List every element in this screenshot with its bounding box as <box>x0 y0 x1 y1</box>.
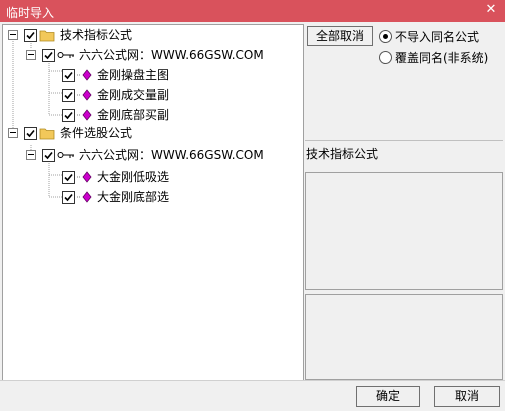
tree-group-label: 条件选股公式 <box>60 126 133 140</box>
checkmark-icon <box>44 151 53 160</box>
group-checkbox[interactable] <box>24 29 37 42</box>
info-panel <box>305 172 503 290</box>
checkmark-icon <box>26 129 35 138</box>
tree-item-label: 大金刚低吸选 <box>97 170 170 184</box>
cancel-button[interactable]: 取消 <box>434 386 500 407</box>
formula-gem-icon <box>77 89 92 101</box>
folder-icon <box>39 128 55 140</box>
collapse-toggle[interactable] <box>8 128 18 138</box>
item-checkbox[interactable] <box>62 191 75 204</box>
key-icon <box>57 152 74 158</box>
checkmark-icon <box>64 173 73 182</box>
ok-button[interactable]: 确定 <box>356 386 420 407</box>
deselect-all-button[interactable]: 全部取消 <box>307 26 373 46</box>
folder-icon <box>39 30 55 42</box>
options-area: 全部取消 不导入同名公式 覆盖同名(非系统) <box>305 24 503 140</box>
formula-gem-icon <box>77 69 92 81</box>
source-label: 六六公式网：WWW.66GSW.COM <box>79 48 264 62</box>
radio-overwrite[interactable] <box>379 51 392 64</box>
item-checkbox[interactable] <box>62 109 75 122</box>
collapse-toggle[interactable] <box>8 30 18 40</box>
checkmark-icon <box>64 91 73 100</box>
source-checkbox[interactable] <box>42 49 55 62</box>
checkmark-icon <box>64 71 73 80</box>
tree-item-label: 金刚成交量副 <box>97 88 170 102</box>
formula-gem-icon <box>77 191 92 203</box>
checkmark-icon <box>64 193 73 202</box>
info-label: 技术指标公式 <box>306 147 379 161</box>
info-header: 技术指标公式 <box>305 140 503 172</box>
group-checkbox[interactable] <box>24 127 37 140</box>
source-label: 六六公式网：WWW.66GSW.COM <box>79 148 264 162</box>
tree-item-label: 金刚操盘主图 <box>97 68 170 82</box>
checkmark-icon <box>44 51 53 60</box>
formula-tree: 技术指标公式 六六公式网：WWW.66GSW.COM 金刚操盘主图 金刚成交量副… <box>2 24 304 382</box>
dialog-footer: 确定 取消 <box>0 380 505 411</box>
source-checkbox[interactable] <box>42 149 55 162</box>
checkmark-icon <box>26 31 35 40</box>
checkmark-icon <box>64 111 73 120</box>
close-button[interactable]: ✕ <box>483 2 499 18</box>
formula-gem-icon <box>77 109 92 121</box>
tree-item-label: 金刚底部买副 <box>97 108 170 122</box>
description-panel <box>305 294 503 380</box>
collapse-toggle[interactable] <box>26 150 36 160</box>
title-bar: 临时导入 ✕ <box>0 0 505 22</box>
item-checkbox[interactable] <box>62 89 75 102</box>
item-checkbox[interactable] <box>62 171 75 184</box>
window-title: 临时导入 <box>6 6 55 20</box>
radio-overwrite-label: 覆盖同名(非系统) <box>395 51 489 65</box>
tree-item-label: 大金刚底部选 <box>97 190 170 204</box>
collapse-toggle[interactable] <box>26 50 36 60</box>
radio-no-import-label: 不导入同名公式 <box>395 30 480 44</box>
radio-no-import[interactable] <box>379 30 392 43</box>
tree-group-label: 技术指标公式 <box>60 28 133 42</box>
item-checkbox[interactable] <box>62 69 75 82</box>
formula-gem-icon <box>77 171 92 183</box>
key-icon <box>57 52 74 58</box>
